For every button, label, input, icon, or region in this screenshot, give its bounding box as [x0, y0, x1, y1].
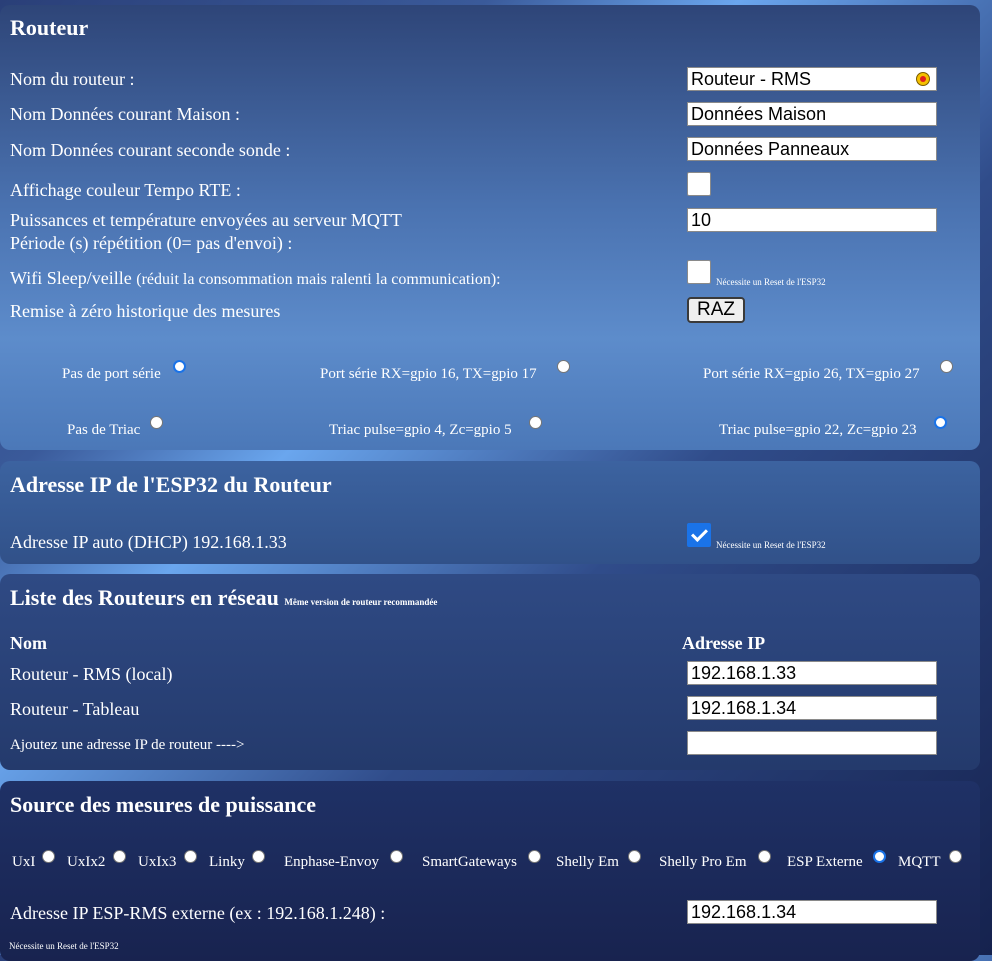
- liste-panel: Liste des Routeurs en réseau Même versio…: [0, 574, 980, 770]
- port-option-16-17-label: Port série RX=gpio 16, TX=gpio 17: [320, 366, 537, 382]
- mqtt-period-input[interactable]: 10: [687, 208, 937, 232]
- wifi-sleep-checkbox[interactable]: [687, 260, 711, 284]
- nom-routeur-value: Routeur - RMS: [691, 69, 812, 89]
- triac-option-4-5-label: Triac pulse=gpio 4, Zc=gpio 5: [329, 422, 512, 438]
- source-option-uxix2-radio[interactable]: [113, 850, 126, 863]
- port-option-26-27-label: Port série RX=gpio 26, TX=gpio 27: [703, 366, 920, 382]
- port-option-16-17-radio[interactable]: [557, 360, 570, 373]
- source-option-shelly-pro-em-label: Shelly Pro Em: [659, 854, 747, 870]
- source-option-linky-label: Linky: [209, 854, 245, 870]
- dhcp-reset-note: Nécessite un Reset de l'ESP32: [716, 540, 826, 550]
- router-row-name: Routeur - Tableau: [10, 699, 140, 719]
- col-nom-header: Nom: [10, 633, 47, 653]
- nom-maison-label: Nom Données courant Maison :: [10, 104, 240, 124]
- password-manager-icon[interactable]: [916, 72, 930, 86]
- add-router-label: Ajoutez une adresse IP de routeur ---->: [10, 737, 245, 753]
- source-option-uxi-label: UxI: [12, 854, 36, 870]
- liste-title-row: Liste des Routeurs en réseau Même versio…: [10, 585, 437, 615]
- source-option-smartgateways-label: SmartGateways: [422, 854, 517, 870]
- source-option-smartgateways-radio[interactable]: [528, 850, 541, 863]
- source-option-enphase-radio[interactable]: [390, 850, 403, 863]
- triac-option-none-label: Pas de Triac: [67, 422, 141, 438]
- ext-ip-input[interactable]: 192.168.1.34: [687, 900, 937, 924]
- source-option-shelly-em-label: Shelly Em: [556, 854, 619, 870]
- wifi-sleep-label-main: Wifi Sleep/veille: [10, 268, 132, 288]
- wifi-reset-note: Nécessite un Reset de l'ESP32: [716, 277, 826, 287]
- source-reset-note: Nécessite un Reset de l'ESP32: [9, 941, 119, 951]
- liste-title: Liste des Routeurs en réseau: [10, 585, 279, 610]
- port-option-26-27-radio[interactable]: [940, 360, 953, 373]
- col-ip-header: Adresse IP: [682, 633, 766, 653]
- wifi-sleep-label: Wifi Sleep/veille (réduit la consommatio…: [10, 267, 501, 291]
- ip-panel: Adresse IP de l'ESP32 du Routeur Adresse…: [0, 461, 980, 564]
- router-row-ip-input[interactable]: 192.168.1.34: [687, 696, 937, 720]
- nom-routeur-label: Nom du routeur :: [10, 69, 135, 89]
- source-option-shelly-em-radio[interactable]: [628, 850, 641, 863]
- source-panel: Source des mesures de puissance UxI UxIx…: [0, 781, 980, 961]
- source-option-uxix3-radio[interactable]: [184, 850, 197, 863]
- source-option-esp-externe-radio[interactable]: [873, 850, 886, 863]
- router-row-name: Routeur - RMS (local): [10, 664, 173, 684]
- nom-routeur-input[interactable]: Routeur - RMS: [687, 67, 937, 91]
- triac-option-22-23-label: Triac pulse=gpio 22, Zc=gpio 23: [719, 422, 917, 438]
- triac-option-4-5-radio[interactable]: [529, 416, 542, 429]
- source-option-mqtt-radio[interactable]: [949, 850, 962, 863]
- port-option-none-label: Pas de port série: [62, 366, 161, 382]
- source-option-uxix3-label: UxIx3: [138, 854, 177, 870]
- triac-option-22-23-radio[interactable]: [934, 416, 947, 429]
- liste-title-note: Même version de routeur recommandée: [284, 597, 438, 607]
- ext-ip-label: Adresse IP ESP-RMS externe (ex : 192.168…: [10, 903, 386, 923]
- triac-option-none-radio[interactable]: [150, 416, 163, 429]
- mqtt-label-line1: Puissances et température envoyées au se…: [10, 210, 402, 230]
- port-option-none-radio[interactable]: [173, 360, 186, 373]
- raz-label: Remise à zéro historique des mesures: [10, 301, 281, 321]
- raz-button[interactable]: RAZ: [687, 297, 745, 323]
- dhcp-label: Adresse IP auto (DHCP) 192.168.1.33: [10, 532, 287, 552]
- source-option-linky-radio[interactable]: [252, 850, 265, 863]
- tempo-label: Affichage couleur Tempo RTE :: [10, 180, 241, 200]
- source-option-enphase-label: Enphase-Envoy: [284, 854, 379, 870]
- source-option-esp-externe-label: ESP Externe: [787, 854, 863, 870]
- dhcp-checkbox[interactable]: [687, 523, 711, 547]
- tempo-checkbox[interactable]: [687, 172, 711, 196]
- mqtt-label-line2: Période (s) répétition (0= pas d'envoi) …: [10, 233, 293, 253]
- nom-maison-input[interactable]: Données Maison: [687, 102, 937, 126]
- routeur-panel: Routeur Nom du routeur : Routeur - RMS N…: [0, 5, 980, 450]
- routeur-title: Routeur: [10, 15, 89, 40]
- source-option-shelly-pro-em-radio[interactable]: [758, 850, 771, 863]
- source-option-mqtt-label: MQTT: [898, 854, 941, 870]
- ip-title: Adresse IP de l'ESP32 du Routeur: [10, 472, 332, 497]
- source-option-uxix2-label: UxIx2: [67, 854, 106, 870]
- nom-seconde-label: Nom Données courant seconde sonde :: [10, 140, 291, 160]
- wifi-sleep-label-note: (réduit la consommation mais ralenti la …: [136, 271, 501, 288]
- nom-seconde-input[interactable]: Données Panneaux: [687, 137, 937, 161]
- router-row-ip-input[interactable]: 192.168.1.33: [687, 661, 937, 685]
- add-router-ip-input[interactable]: [687, 731, 937, 755]
- source-option-uxi-radio[interactable]: [42, 850, 55, 863]
- source-title: Source des mesures de puissance: [10, 792, 316, 817]
